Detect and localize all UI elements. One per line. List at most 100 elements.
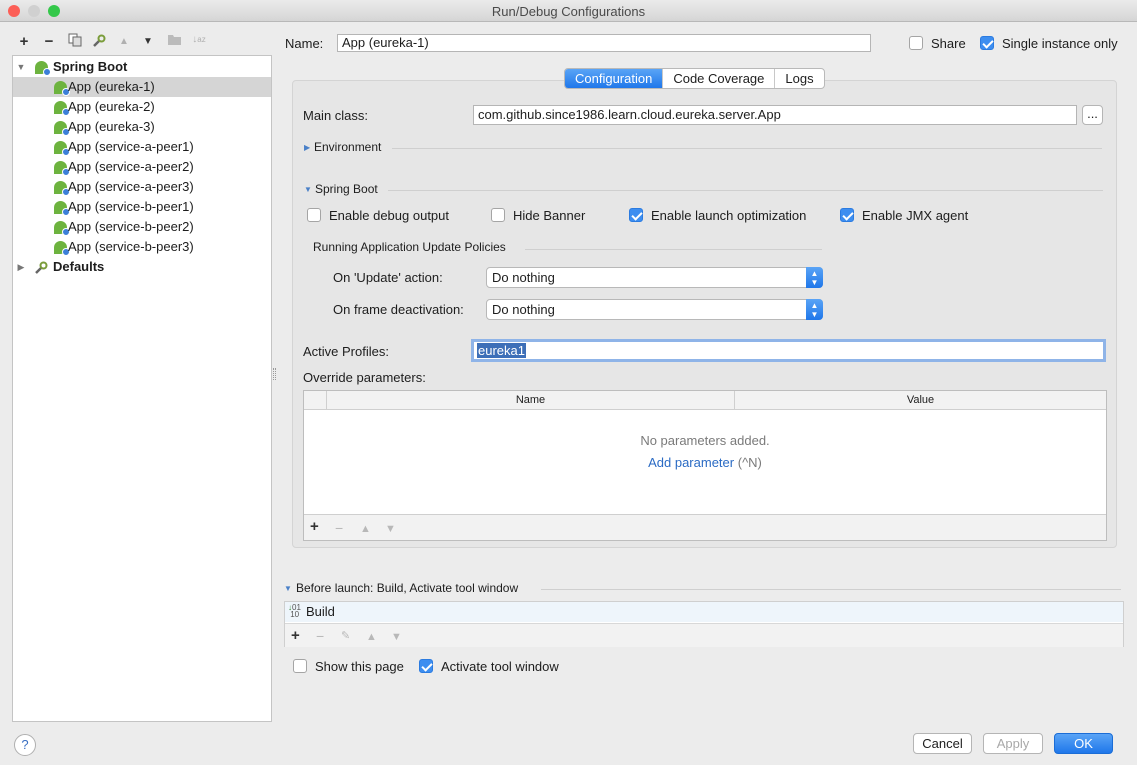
activate-tool-window-label: Activate tool window [441,659,559,674]
title-bar: Run/Debug Configurations [0,0,1137,22]
main-class-label: Main class: [303,108,369,123]
share-label: Share [931,36,966,51]
divider [541,589,1121,590]
tree-item[interactable]: App (eureka-2) [13,97,271,117]
tree-group-spring-boot[interactable]: ▼ Spring Boot [13,57,271,77]
add-parameter-button[interactable]: + [310,519,319,535]
spring-boot-run-icon [54,101,70,116]
tree-item[interactable]: App (service-a-peer3) [13,177,271,197]
spring-boot-run-icon [54,121,70,136]
tree-item-label: App (service-b-peer2) [68,219,194,234]
tree-item-label: App (service-b-peer3) [68,239,194,254]
tree-item[interactable]: App (service-a-peer1) [13,137,271,157]
apply-button[interactable]: Apply [983,733,1043,754]
name-label: Name: [285,36,324,51]
chevron-down-icon[interactable]: ▼ [284,584,292,593]
column-header-name[interactable]: Name [327,391,735,409]
move-down-task-button[interactable]: ▼ [391,629,402,645]
show-this-page-checkbox[interactable] [293,659,307,673]
build-icon: ↓01 10 [288,603,301,619]
chevron-right-icon[interactable]: ▶ [16,257,26,277]
frame-deactivation-select[interactable]: Do nothing ▲ ▼ [486,299,823,320]
chevron-updown-icon[interactable]: ▲ ▼ [806,299,823,320]
frame-deactivation-label: On frame deactivation: [333,302,464,317]
splitter-handle[interactable] [273,368,276,380]
frame-deactivation-value: Do nothing [492,302,555,317]
tree-item[interactable]: App (service-b-peer1) [13,197,271,217]
remove-configuration-button[interactable]: − [40,33,58,51]
update-action-value: Do nothing [492,270,555,285]
tab-bar: Configuration Code Coverage Logs [564,68,825,89]
add-parameter-shortcut: (^N) [737,455,762,470]
build-task-label: Build [306,604,335,619]
chevron-down-icon[interactable]: ▼ [16,57,26,77]
tree-item[interactable]: App (service-b-peer3) [13,237,271,257]
sort-icon[interactable]: ↓az [190,33,208,51]
tree-item-label: App (service-b-peer1) [68,199,194,214]
enable-jmx-agent-label: Enable JMX agent [862,208,969,223]
active-profiles-input[interactable]: eureka1 [471,339,1106,362]
update-policies-label: Running Application Update Policies [313,240,506,254]
remove-parameter-button[interactable]: − [335,520,343,536]
spring-boot-run-icon [54,201,70,216]
single-instance-label: Single instance only [1002,36,1118,51]
folder-icon[interactable] [165,33,183,51]
share-checkbox[interactable] [909,36,923,50]
chevron-right-icon[interactable]: ▶ [304,143,310,152]
move-down-parameter-button[interactable]: ▼ [385,521,396,537]
main-class-input[interactable]: com.github.since1986.learn.cloud.eureka.… [473,105,1077,125]
ok-button[interactable]: OK [1054,733,1113,754]
browse-main-class-button[interactable]: ... [1082,105,1103,125]
move-down-button[interactable]: ▼ [139,33,157,51]
divider [525,249,822,250]
add-task-button[interactable]: + [291,628,300,644]
enable-debug-output-checkbox[interactable] [307,208,321,222]
name-input[interactable]: App (eureka-1) [337,34,871,52]
tab-code-coverage[interactable]: Code Coverage [663,69,776,88]
environment-section-label[interactable]: Environment [314,140,381,154]
spring-boot-section-label[interactable]: Spring Boot [315,182,378,196]
spring-boot-run-icon [54,221,70,236]
tree-item[interactable]: App (service-a-peer2) [13,157,271,177]
before-launch-list[interactable]: ↓01 10 Build + − ✎ ▲ ▼ [284,601,1124,647]
move-up-button[interactable]: ▲ [115,33,133,51]
enable-launch-optimization-checkbox[interactable] [629,208,643,222]
spring-boot-icon [35,61,51,76]
move-up-parameter-button[interactable]: ▲ [360,521,371,537]
tree-group-defaults[interactable]: ▶ Defaults [13,257,271,277]
before-launch-header[interactable]: Before launch: Build, Activate tool wind… [296,581,518,595]
tree-item[interactable]: App (service-b-peer2) [13,217,271,237]
pencil-icon[interactable]: ✎ [341,628,350,644]
tree-item[interactable]: App (eureka-1) [13,77,271,97]
tree-item-label: App (eureka-2) [68,99,155,114]
override-parameters-table[interactable]: Name Value No parameters added. Add para… [303,390,1107,541]
tree-item-label: App (service-a-peer2) [68,159,194,174]
copy-icon[interactable] [66,33,84,51]
window-title: Run/Debug Configurations [491,4,646,19]
tree-defaults-label: Defaults [53,259,105,274]
help-button[interactable]: ? [14,734,36,756]
move-up-task-button[interactable]: ▲ [366,629,377,645]
chevron-down-icon[interactable]: ▼ [304,185,312,194]
add-parameter-link[interactable]: Add parameter [648,455,734,470]
activate-tool-window-checkbox[interactable] [419,659,433,673]
wrench-icon [34,261,50,281]
remove-task-button[interactable]: − [316,628,324,644]
list-item[interactable]: ↓01 10 Build [285,602,1123,622]
cancel-button[interactable]: Cancel [913,733,972,754]
configuration-tree[interactable]: ▼ Spring Boot App (eureka-1) App (eureka-… [12,55,272,722]
enable-jmx-agent-checkbox[interactable] [840,208,854,222]
tab-logs[interactable]: Logs [775,69,823,88]
tree-group-label: Spring Boot [53,59,128,74]
single-instance-checkbox[interactable] [980,36,994,50]
enable-debug-output-label: Enable debug output [329,208,449,223]
update-action-select[interactable]: Do nothing ▲ ▼ [486,267,823,288]
add-configuration-button[interactable]: + [15,33,33,51]
wrench-icon[interactable] [90,33,108,51]
show-this-page-label: Show this page [315,659,404,674]
tree-item[interactable]: App (eureka-3) [13,117,271,137]
chevron-updown-icon[interactable]: ▲ ▼ [806,267,823,288]
tab-configuration[interactable]: Configuration [565,69,664,88]
hide-banner-checkbox[interactable] [491,208,505,222]
column-header-value[interactable]: Value [735,391,1106,409]
